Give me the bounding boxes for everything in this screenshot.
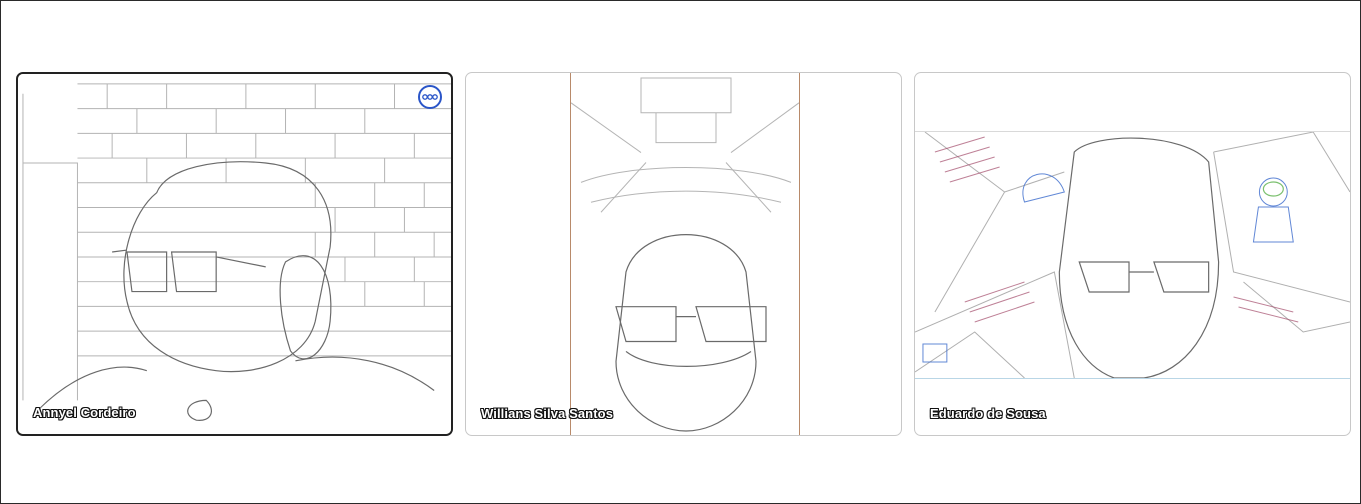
participant-tile-eduardo-de-sousa[interactable]: Eduardo de Sousa — [914, 72, 1351, 436]
participant-tile-annyel-cordeiro[interactable]: Annyel Cordeiro — [16, 72, 453, 436]
participant-name: Annyel Cordeiro — [33, 405, 136, 420]
video-feed-sketch — [571, 77, 799, 432]
video-feed-sketch — [915, 132, 1350, 378]
participant-video — [18, 74, 451, 434]
participant-video — [570, 73, 800, 435]
more-options-icon — [422, 94, 438, 100]
video-feed-sketch — [22, 83, 451, 421]
participant-name: Eduardo de Sousa — [930, 406, 1046, 421]
meeting-window: Annyel Cordeiro Willians Silva Santos Ed… — [0, 0, 1361, 504]
participant-tile-willians-silva-santos[interactable]: Willians Silva Santos — [465, 72, 902, 436]
more-options-button[interactable] — [418, 85, 442, 109]
participant-video — [915, 131, 1350, 379]
participant-name: Willians Silva Santos — [481, 406, 614, 421]
